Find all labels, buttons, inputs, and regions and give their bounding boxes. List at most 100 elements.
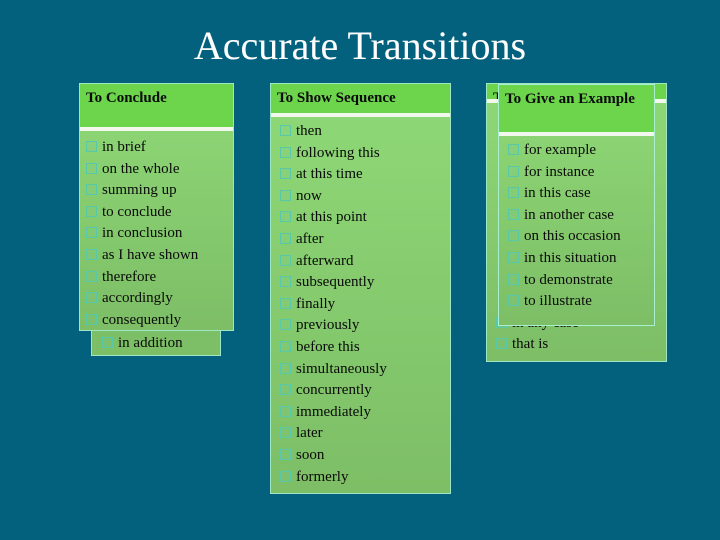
panel-heading: To Show Sequence [271, 84, 450, 117]
list-item-text: soon [296, 446, 325, 463]
list-item: therefore [86, 267, 233, 289]
list-item: in brief [86, 137, 233, 159]
list-item-text: in this case [524, 185, 591, 202]
checkbox-bullet-icon [280, 384, 291, 396]
checkbox-bullet-icon [508, 144, 519, 155]
panel-heading: To Give an Example [499, 85, 654, 136]
checkbox-bullet-icon [280, 232, 291, 244]
list-item: on the whole [86, 159, 233, 181]
panel-heading: To Conclude [80, 84, 233, 131]
list-item-text: as I have shown [102, 246, 199, 263]
checkbox-bullet-icon [280, 276, 291, 288]
list-item-text: in brief [102, 139, 146, 155]
checkbox-bullet-icon [102, 337, 113, 348]
list-item: to demonstrate [508, 270, 654, 292]
list-item-text: in conclusion [102, 225, 183, 242]
list-item: immediately [280, 402, 450, 424]
list-item-text: in addition [118, 335, 183, 351]
list-item-text: at this time [296, 166, 363, 183]
list-item-text: following this [296, 144, 380, 161]
list-item: then [280, 121, 450, 143]
list-item: for instance [508, 162, 654, 184]
transition-list: in addition [92, 331, 220, 355]
panel-to-conclude: To Conclude in brief on the whole summing … [79, 83, 234, 331]
checkbox-bullet-icon [508, 251, 519, 263]
list-item-text: to illustrate [524, 293, 592, 310]
checkbox-bullet-icon [280, 405, 291, 417]
list-item: summing up [86, 180, 233, 202]
checkbox-bullet-icon [86, 205, 97, 217]
list-item: in addition [102, 331, 220, 355]
list-item: for example [508, 140, 654, 162]
list-item-text: to demonstrate [524, 271, 613, 288]
checkbox-bullet-icon [508, 273, 519, 285]
list-item: in another case [508, 205, 654, 227]
list-item-text: formerly [296, 468, 349, 485]
checkbox-bullet-icon [280, 340, 291, 352]
list-item: in conclusion [86, 223, 233, 245]
list-item: to conclude [86, 202, 233, 224]
list-item-text: finally [296, 295, 336, 312]
checkbox-bullet-icon [280, 448, 291, 460]
list-item-text: concurrently [296, 382, 372, 399]
checkbox-bullet-icon [280, 125, 291, 136]
list-item: at this point [280, 207, 450, 229]
checkbox-bullet-icon [86, 141, 97, 152]
checkbox-bullet-icon [86, 313, 97, 325]
list-item-text: for example [524, 142, 597, 158]
checkbox-bullet-icon [280, 470, 291, 482]
list-item-text: immediately [296, 403, 371, 420]
checkbox-bullet-icon [280, 254, 291, 266]
transition-list: then following this at this time now at this… [271, 117, 450, 488]
transition-list: for example for instance in this case in an… [499, 136, 654, 313]
list-item-text: after [296, 230, 324, 247]
list-item-text: to conclude [102, 203, 172, 220]
list-item-text: in this situation [524, 249, 617, 266]
checkbox-bullet-icon [280, 211, 291, 223]
checkbox-bullet-icon [496, 338, 507, 350]
list-item-text: previously [296, 317, 360, 334]
list-item: that is [496, 334, 579, 356]
list-item: subsequently [280, 272, 450, 294]
list-item: now [280, 186, 450, 208]
list-item-text: then [296, 123, 322, 139]
list-item: finally [280, 294, 450, 316]
checkbox-bullet-icon [86, 248, 97, 260]
list-item-text: for instance [524, 163, 595, 180]
list-item-text: simultaneously [296, 360, 387, 377]
panel-to-show-sequence: To Show Sequence then following this at th… [270, 83, 451, 494]
list-item: as I have shown [86, 245, 233, 267]
checkbox-bullet-icon [280, 146, 291, 158]
panel-to-give-an-example: To Give an Example for example for instan… [498, 84, 655, 326]
panel-overflow-addition: in addition [91, 331, 221, 356]
checkbox-bullet-icon [280, 427, 291, 439]
list-item-text: later [296, 425, 323, 442]
list-item-text: now [296, 187, 322, 204]
list-item: soon [280, 445, 450, 467]
checkbox-bullet-icon [86, 162, 97, 174]
list-item-text: that is [512, 336, 549, 353]
list-item-text: afterward [296, 252, 354, 269]
list-item: on this occasion [508, 226, 654, 248]
list-item: in this situation [508, 248, 654, 270]
checkbox-bullet-icon [280, 362, 291, 374]
checkbox-bullet-icon [508, 295, 519, 307]
list-item: in this case [508, 183, 654, 205]
checkbox-bullet-icon [86, 292, 97, 304]
checkbox-bullet-icon [508, 165, 519, 177]
list-item-text: on the whole [102, 160, 180, 177]
list-item: afterward [280, 251, 450, 273]
checkbox-bullet-icon [86, 227, 97, 239]
checkbox-bullet-icon [86, 184, 97, 196]
list-item-text: summing up [102, 182, 177, 199]
list-item: before this [280, 337, 450, 359]
list-item: formerly [280, 467, 450, 489]
list-item: after [280, 229, 450, 251]
checkbox-bullet-icon [280, 189, 291, 201]
list-item: following this [280, 143, 450, 165]
list-item: later [280, 423, 450, 445]
checkbox-bullet-icon [508, 230, 519, 242]
transition-list: in brief on the whole summing up to conclud… [80, 131, 233, 331]
slide-title: Accurate Transitions [193, 23, 527, 68]
list-item-text: in another case [524, 206, 614, 223]
